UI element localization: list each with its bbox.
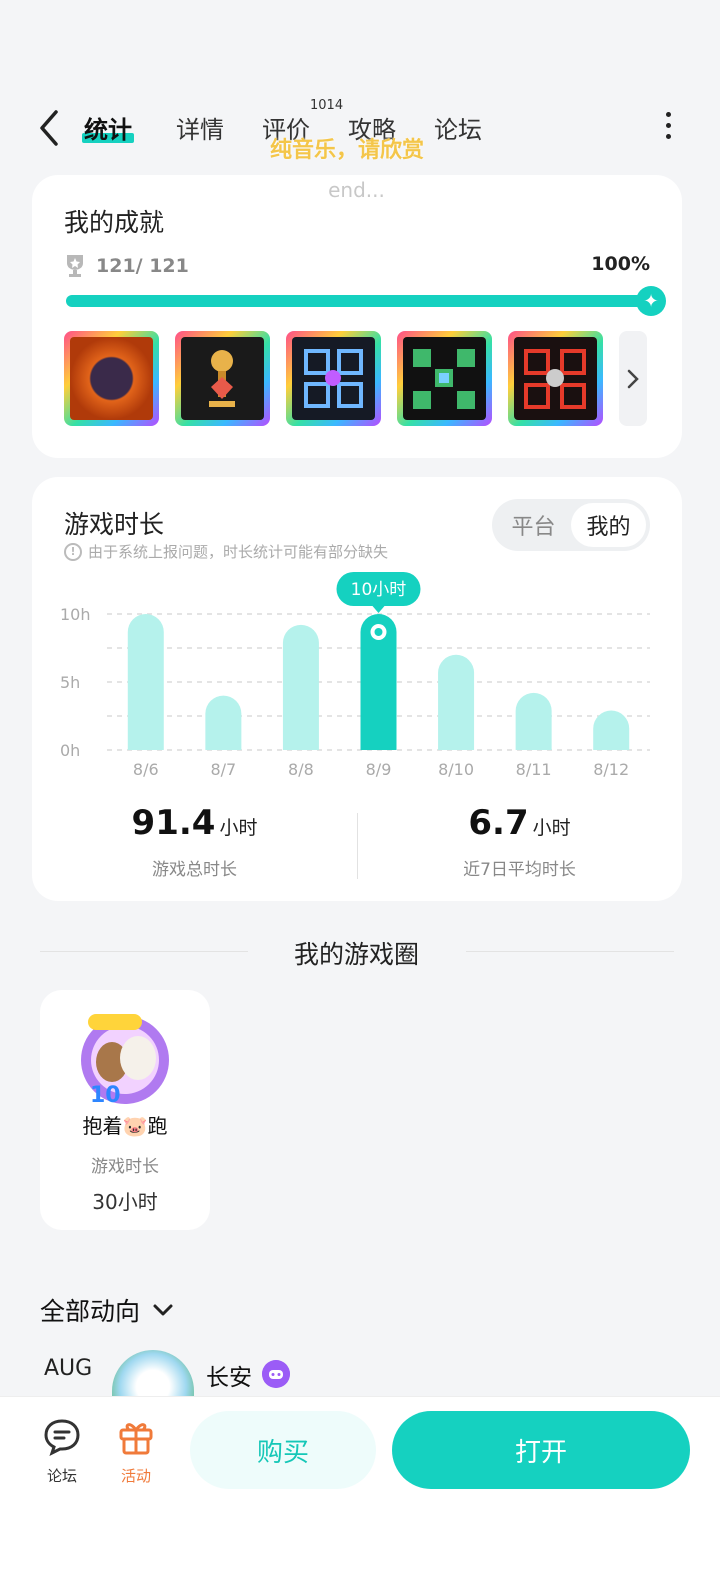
activity-nav-label: 活动	[120, 1467, 151, 1485]
chart-bar[interactable]	[515, 692, 552, 750]
x-tick-label: 8/7	[210, 760, 236, 779]
feed-filter-dropdown[interactable]: 全部动向	[40, 1292, 174, 1328]
chart-bar[interactable]	[127, 614, 164, 750]
toggle-platform[interactable]: 平台	[496, 503, 571, 547]
game-circle-avatar: 10	[81, 1014, 169, 1108]
game-circle-card[interactable]: 10 抱着🐷跑 游戏时长 30小时	[40, 990, 210, 1230]
achievement-badge[interactable]	[397, 331, 492, 426]
x-tick-label: 8/9	[366, 760, 392, 779]
open-button[interactable]: 打开	[392, 1411, 690, 1489]
x-tick-label: 8/10	[438, 760, 474, 779]
game-circle-sub-label: 游戏时长	[91, 1157, 159, 1177]
gift-icon	[119, 1423, 153, 1455]
review-count-badge: 1014	[310, 98, 344, 113]
achievement-progress-bar: ✦	[66, 286, 666, 316]
achievement-badge[interactable]	[508, 331, 603, 426]
activity-nav-button[interactable]: 活动	[106, 1417, 166, 1486]
playtime-stats: 91.4 小时 游戏总时长 6.7 小时 近7日平均时长	[32, 803, 682, 883]
sparkle-icon: ✦	[636, 286, 666, 316]
tab-details[interactable]: 详情	[176, 110, 224, 145]
bar-highlight-dot	[374, 628, 383, 636]
feed-month: AUG	[44, 1356, 93, 1381]
playtime-notice-text: 由于系统上报问题，时长统计可能有部分缺失	[88, 543, 389, 561]
feed-user-avatar[interactable]	[112, 1350, 194, 1396]
game-circle-title: 我的游戏圈	[293, 940, 419, 969]
achievement-progress-fill: ✦	[66, 286, 666, 316]
x-tick-label: 8/11	[516, 760, 552, 779]
x-tick-label: 8/12	[593, 760, 629, 779]
achievement-count: 121/ 121	[64, 253, 189, 279]
svg-text:10: 10	[90, 1083, 121, 1108]
info-icon: !	[64, 542, 82, 561]
lyric-end-overlay: end...	[328, 178, 385, 202]
bottom-action-bar: 论坛 活动 购买 打开	[0, 1396, 720, 1584]
game-circle-time: 30小时	[92, 1190, 158, 1214]
avg-playtime-unit: 小时	[532, 817, 571, 839]
chart-bar[interactable]	[438, 654, 475, 750]
playtime-source-toggle[interactable]: 平台 我的	[492, 499, 650, 551]
total-playtime-value: 91.4	[131, 803, 216, 843]
y-tick-label: 0h	[60, 741, 80, 760]
lyric-overlay: 纯音乐，请欣赏	[270, 138, 425, 163]
y-tick-label: 5h	[60, 673, 80, 692]
chart-bar[interactable]	[205, 695, 242, 750]
achievements-title: 我的成就	[64, 208, 165, 237]
achievement-badges	[64, 331, 647, 426]
back-arrow-icon[interactable]	[36, 108, 64, 148]
total-playtime-label: 游戏总时长	[152, 860, 237, 880]
section-divider-right	[466, 951, 674, 952]
total-playtime-unit: 小时	[219, 817, 258, 839]
buy-button[interactable]: 购买	[190, 1411, 376, 1489]
achievement-badge[interactable]	[64, 331, 159, 426]
playtime-bar-chart: 10h 5h 0h 8/6 8/7 8/8 8/9 10小时 8/10 8/11 8/12	[60, 572, 650, 779]
tab-forum[interactable]: 论坛	[434, 110, 482, 145]
achievement-count-text: 121/ 121	[96, 255, 189, 277]
more-menu-icon[interactable]	[664, 112, 672, 142]
toggle-mine[interactable]: 我的	[571, 503, 646, 547]
achievement-badge[interactable]	[175, 331, 270, 426]
gamepad-badge-icon	[262, 1360, 290, 1388]
tab-stats[interactable]: 统计	[82, 110, 134, 145]
forum-nav-button[interactable]: 论坛	[32, 1417, 92, 1486]
forum-chat-icon	[44, 1419, 80, 1456]
y-tick-label: 10h	[60, 605, 91, 624]
achievements-card[interactable]: end... 我的成就 121/ 121 100% ✦	[32, 175, 682, 458]
playtime-notice: ! 由于系统上报问题，时长统计可能有部分缺失	[64, 541, 388, 562]
total-playtime-stat: 91.4 小时 游戏总时长	[32, 803, 357, 880]
tooltip-tail	[372, 606, 385, 613]
game-circle-name: 抱着🐷跑	[82, 1114, 168, 1138]
forum-nav-label: 论坛	[46, 1467, 77, 1485]
playtime-title: 游戏时长	[64, 510, 165, 539]
chevron-down-icon	[153, 1304, 173, 1316]
avg-playtime-label: 近7日平均时长	[463, 860, 576, 880]
trophy-icon	[67, 255, 83, 277]
x-tick-label: 8/8	[288, 760, 314, 779]
x-tick-label: 8/6	[133, 760, 159, 779]
avg-playtime-stat: 6.7 小时 近7日平均时长	[357, 803, 682, 880]
feed-title: 全部动向	[40, 1297, 141, 1326]
chart-bar[interactable]	[282, 624, 319, 750]
chevron-right-icon	[627, 369, 639, 388]
playtime-card: 游戏时长 平台 我的 ! 由于系统上报问题，时长统计可能有部分缺失 10h 5h 0…	[32, 477, 682, 901]
feed-user-name[interactable]: 长安	[206, 1358, 252, 1392]
achievement-percent: 100%	[591, 253, 650, 275]
badges-next-button[interactable]	[619, 331, 647, 426]
chart-bar[interactable]	[593, 710, 630, 750]
tooltip-text: 10小时	[351, 580, 407, 600]
achievement-badge[interactable]	[286, 331, 381, 426]
avg-playtime-value: 6.7	[468, 803, 529, 843]
